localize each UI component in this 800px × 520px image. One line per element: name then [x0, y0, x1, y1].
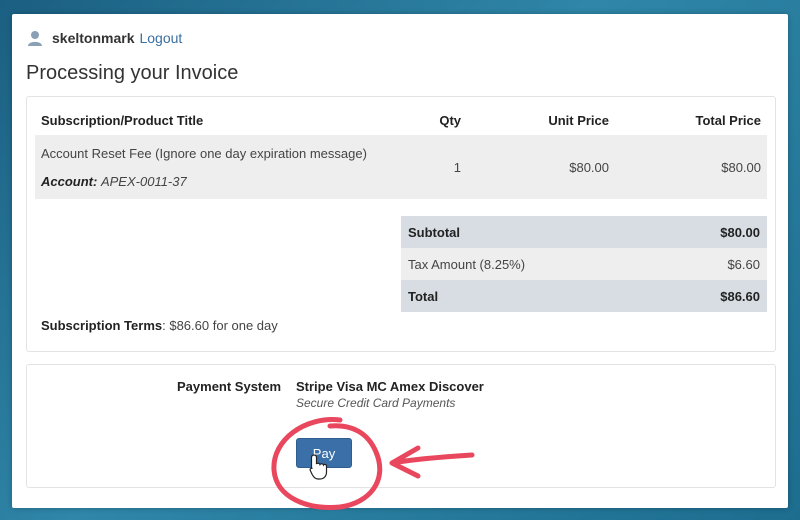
total-row: Total $86.60	[401, 280, 767, 312]
payment-system-description: Secure Credit Card Payments	[296, 396, 456, 410]
page-title: Processing your Invoice	[26, 62, 239, 84]
payment-system-label: Payment System	[177, 379, 282, 394]
account-value: APEX-0011-37	[100, 173, 187, 189]
item-title: Account Reset Fee (Ignore one day expira…	[41, 145, 367, 161]
subscription-terms: Subscription Terms: $86.60 for one day	[41, 318, 278, 333]
invoice-card: skeltonmark Logout Processing your Invoi…	[12, 14, 788, 508]
account-label: Account:	[41, 173, 98, 189]
subscription-terms-value: : $86.60 for one day	[162, 318, 278, 333]
header-qty: Qty	[407, 105, 469, 135]
header-title: Subscription/Product Title	[35, 105, 407, 135]
logout-link[interactable]: Logout	[139, 30, 182, 46]
tax-value: $6.60	[660, 248, 767, 280]
username: skeltonmark	[52, 30, 135, 46]
subtotal-label: Subtotal	[401, 216, 661, 248]
user-bar: skeltonmark Logout	[26, 28, 182, 48]
header-total-price: Total Price	[615, 105, 767, 135]
total-value: $86.60	[660, 280, 767, 312]
subtotal-value: $80.00	[660, 216, 767, 248]
items-table: Subscription/Product Title Qty Unit Pric…	[35, 105, 767, 199]
subtotal-row: Subtotal $80.00	[401, 216, 767, 248]
tax-row: Tax Amount (8.25%) $6.60	[401, 248, 767, 280]
invoice-panel: Subscription/Product Title Qty Unit Pric…	[26, 96, 776, 352]
subscription-terms-label: Subscription Terms	[41, 318, 163, 333]
payment-system-name: Stripe Visa MC Amex Discover	[296, 379, 484, 394]
total-label: Total	[401, 280, 661, 312]
table-row: Account Reset Fee (Ignore one day expira…	[35, 135, 767, 199]
item-title-cell: Account Reset Fee (Ignore one day expira…	[35, 135, 407, 199]
items-header-row: Subscription/Product Title Qty Unit Pric…	[35, 105, 767, 135]
totals-table: Subtotal $80.00 Tax Amount (8.25%) $6.60…	[401, 216, 767, 312]
header-unit-price: Unit Price	[469, 105, 615, 135]
item-total-price: $80.00	[615, 135, 767, 199]
tax-label: Tax Amount (8.25%)	[401, 248, 661, 280]
user-icon	[28, 31, 42, 46]
pay-button[interactable]: Pay	[296, 438, 352, 468]
payment-panel: Payment System Stripe Visa MC Amex Disco…	[26, 364, 776, 488]
item-unit-price: $80.00	[469, 135, 615, 199]
item-qty: 1	[407, 135, 469, 199]
